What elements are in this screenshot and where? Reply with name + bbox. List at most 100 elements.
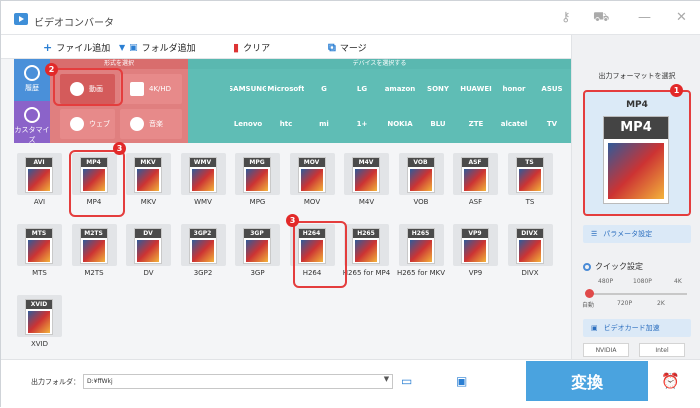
- folder-dropdown-icon[interactable]: ▼: [381, 375, 392, 388]
- device-brand-5[interactable]: amazon: [382, 74, 418, 104]
- format-tile[interactable]: MPG MPG: [232, 151, 283, 213]
- close-icon[interactable]: ✕: [676, 11, 687, 25]
- device-brand-13[interactable]: mi: [306, 109, 342, 139]
- device-brand-6[interactable]: SONY: [420, 74, 456, 104]
- device-brand-16[interactable]: BLU: [420, 109, 456, 139]
- format-tile[interactable]: M2TS M2TS: [69, 222, 120, 284]
- format-tile[interactable]: H265 for MP4 H265 for MP4: [341, 222, 392, 284]
- quality-slider-handle[interactable]: [585, 289, 594, 298]
- customize-icon: [24, 107, 40, 123]
- format-name: H265 for MP4: [342, 269, 391, 277]
- device-brands: SAMSUNG Microsoft G LG amazon SONY HUAWEI honor…: [188, 69, 571, 143]
- format-tile[interactable]: MKV MKV: [123, 151, 174, 213]
- title-bar: ビデオコンバータ ⚷ ⛟ — ✕: [1, 1, 700, 35]
- format-tile[interactable]: DV DV: [123, 222, 174, 284]
- format-icon: VP9: [461, 228, 489, 264]
- format-tile[interactable]: VOB VOB: [396, 151, 447, 213]
- quality-slider[interactable]: [587, 293, 687, 295]
- browse-folder-icon[interactable]: ▭: [401, 374, 412, 388]
- device-brand-2[interactable]: Microsoft: [268, 74, 304, 104]
- format-tile[interactable]: 3GP2 3GP2: [178, 222, 229, 284]
- format-tile[interactable]: MOV MOV: [287, 151, 338, 213]
- key-icon[interactable]: ⚷: [561, 11, 571, 25]
- format-name: VP9: [468, 269, 483, 277]
- device-brand-19[interactable]: TV: [534, 109, 570, 139]
- add-folder-button[interactable]: ▼ ▣ フォルダ追加: [119, 41, 196, 55]
- app-title: ビデオコンバータ: [34, 18, 114, 29]
- format-icon: MOV: [297, 157, 326, 193]
- format-icon: XVID: [25, 299, 53, 335]
- device-brand-4[interactable]: LG: [344, 74, 380, 104]
- format-tile[interactable]: TS TS: [505, 151, 556, 213]
- tab-web[interactable]: ウェブ: [60, 109, 115, 139]
- merge-button[interactable]: ⧉ マージ: [328, 41, 367, 55]
- toolbar: + ファイル追加 ▼ ▣ フォルダ追加 ▮ クリア ⧉ マージ: [1, 35, 571, 59]
- format-name: WMV: [194, 198, 212, 206]
- format-name: MOV: [303, 198, 321, 206]
- convert-button[interactable]: 変換: [526, 361, 648, 401]
- device-brand-10[interactable]: [192, 109, 228, 139]
- history-tab[interactable]: 履歴: [14, 59, 50, 101]
- device-brand-17[interactable]: ZTE: [458, 109, 494, 139]
- tab-4k-hd[interactable]: 4K/HD: [120, 74, 182, 104]
- customize-tab[interactable]: カスタマイズ: [14, 101, 50, 144]
- device-brand-9[interactable]: ASUS: [534, 74, 570, 104]
- cart-icon[interactable]: ⛟: [593, 11, 609, 25]
- format-tile[interactable]: VP9 VP9: [450, 222, 501, 284]
- sliders-icon: ☰: [591, 230, 598, 238]
- minimize-icon[interactable]: —: [638, 11, 651, 25]
- format-name: H265 for MKV: [396, 269, 446, 277]
- device-brand-1[interactable]: SAMSUNG: [230, 74, 266, 104]
- device-brand-14[interactable]: 1+: [344, 109, 380, 139]
- format-tile[interactable]: WMV WMV: [178, 151, 229, 213]
- intel-badge[interactable]: Intel: [639, 343, 685, 357]
- format-tile[interactable]: M4V M4V: [341, 151, 392, 213]
- format-tile[interactable]: 3GP 3GP: [232, 222, 283, 284]
- device-brand-8[interactable]: honor: [496, 74, 532, 104]
- device-brand-0[interactable]: [192, 74, 228, 104]
- format-name: MPG: [249, 198, 266, 206]
- format-icon: MPG: [243, 157, 271, 193]
- clear-button[interactable]: ▮ クリア: [233, 41, 270, 55]
- format-tile[interactable]: ASF ASF: [450, 151, 501, 213]
- format-tile[interactable]: MTS MTS: [14, 222, 65, 284]
- tick-auto: 自動: [582, 302, 595, 309]
- format-name: ASF: [468, 198, 483, 206]
- selected-format-preview[interactable]: MP4 MP4: [583, 90, 691, 216]
- format-name: TS: [525, 198, 535, 206]
- tick-1080p: 1080P: [633, 278, 652, 285]
- device-brand-3[interactable]: G: [306, 74, 342, 104]
- quick-settings-icon: [583, 262, 591, 271]
- gpu-acceleration-button[interactable]: ▣ ビデオカード加速: [583, 319, 691, 337]
- format-name: XVID: [30, 340, 49, 348]
- format-tile[interactable]: DIVX DIVX: [505, 222, 556, 284]
- alarm-clock-icon[interactable]: ⏰: [661, 372, 680, 390]
- tick-4k: 4K: [674, 278, 682, 285]
- open-folder-icon[interactable]: ▣: [456, 374, 467, 388]
- quick-settings: クイック設定: [583, 261, 643, 272]
- format-icon: H265 for MP4: [352, 228, 380, 264]
- device-brand-7[interactable]: HUAWEI: [458, 74, 494, 104]
- device-brand-18[interactable]: alcatel: [496, 109, 532, 139]
- parameter-settings-button[interactable]: ☰ パラメータ設定: [583, 225, 691, 243]
- tab-music[interactable]: 音楽: [120, 109, 182, 139]
- format-tile[interactable]: H265 for MKV H265 for MKV: [396, 222, 447, 284]
- format-icon: VOB: [406, 157, 435, 193]
- app-logo-icon: [14, 13, 28, 25]
- gpu-icon: ▣: [591, 324, 598, 332]
- add-file-button[interactable]: + ファイル追加: [43, 41, 110, 55]
- format-tile[interactable]: XVID XVID: [14, 293, 65, 355]
- music-icon: [130, 117, 144, 131]
- nvidia-badge[interactable]: NVIDIA: [583, 343, 629, 357]
- output-folder-input[interactable]: D:¥ffWkj: [83, 374, 393, 389]
- 4k-icon: [130, 82, 144, 96]
- format-name: 3GP: [250, 269, 265, 277]
- device-brand-11[interactable]: Lenovo: [230, 109, 266, 139]
- device-brand-15[interactable]: NOKIA: [382, 109, 418, 139]
- tick-720p: 720P: [617, 300, 633, 307]
- bottom-bar: 出力フォルダ： D:¥ffWkj ▼ ▭ ▣ 変換 ⏰: [1, 359, 700, 408]
- format-tile[interactable]: AVI AVI: [14, 151, 65, 213]
- device-brand-12[interactable]: htc: [268, 109, 304, 139]
- format-icon: MKV: [134, 157, 162, 193]
- format-name: M2TS: [84, 269, 104, 277]
